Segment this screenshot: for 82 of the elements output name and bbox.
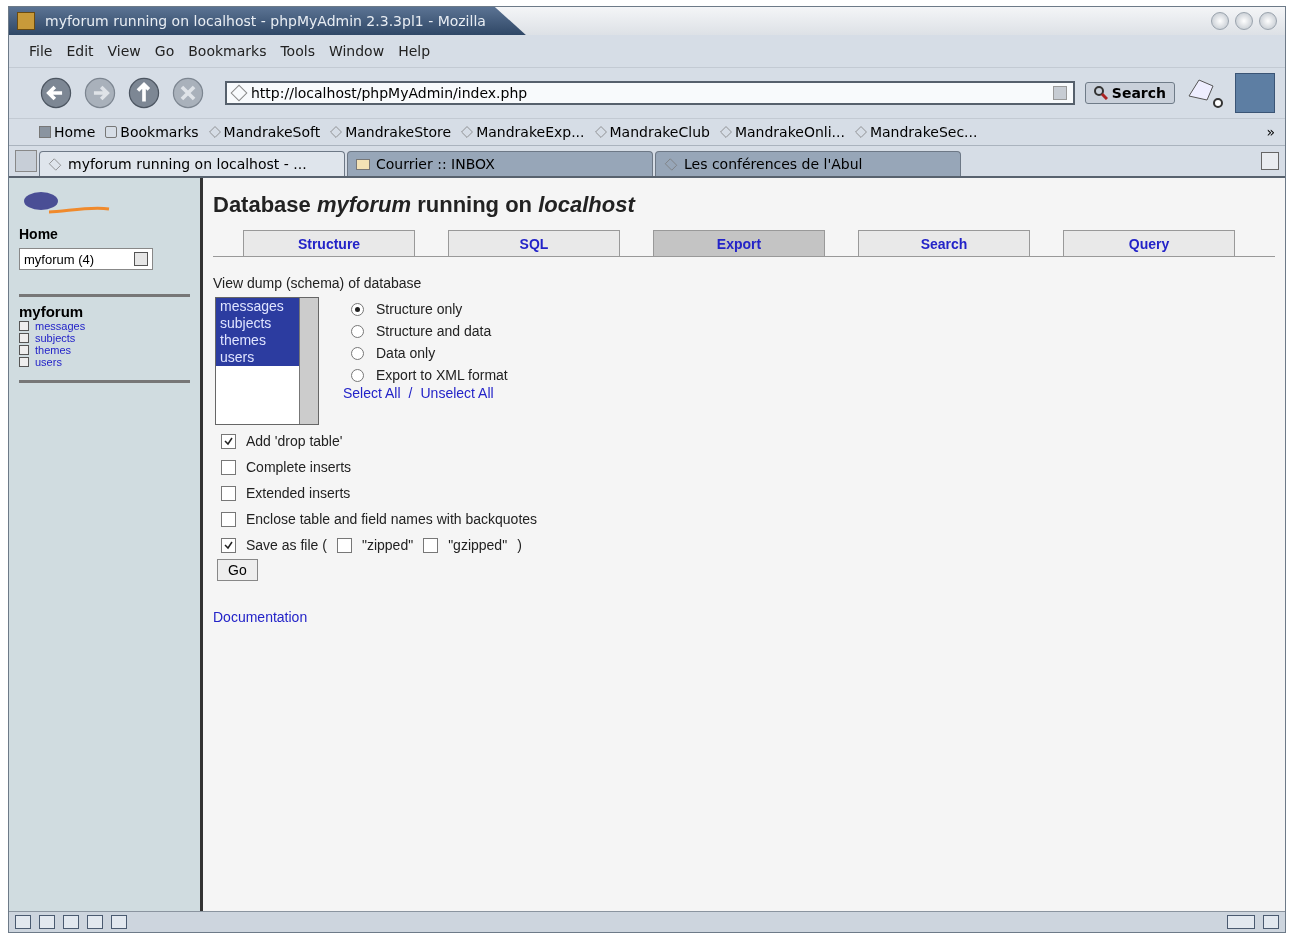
close-tab-icon[interactable] xyxy=(1261,152,1279,170)
radio-label: Structure only xyxy=(376,301,463,317)
database-select[interactable]: myforum (4) xyxy=(19,248,153,270)
bookmark-item[interactable]: MandrakeExp... xyxy=(476,124,585,140)
tab[interactable]: Query xyxy=(1063,230,1235,256)
database-name[interactable]: myforum xyxy=(19,303,190,320)
bookmark-item[interactable]: MandrakeStore xyxy=(345,124,452,140)
radio-button[interactable] xyxy=(351,302,364,316)
list-option[interactable]: users xyxy=(216,349,299,366)
checkbox-label: "zipped" xyxy=(361,537,414,553)
scrollbar[interactable] xyxy=(299,298,318,424)
new-tab-icon[interactable] xyxy=(15,150,37,172)
list-option[interactable]: subjects xyxy=(216,315,299,332)
window-title: myforum running on localhost - phpMyAdmin 2.3.3pl1 - Mozilla xyxy=(45,13,486,29)
search-button[interactable]: Search xyxy=(1084,82,1175,104)
more-bookmarks-button[interactable]: » xyxy=(1266,124,1275,140)
radio-label: Data only xyxy=(376,345,436,361)
section-label: View dump (schema) of database xyxy=(213,275,423,291)
tab[interactable]: SQL xyxy=(448,230,620,256)
menu-item[interactable]: Help xyxy=(398,43,431,59)
radio-button[interactable] xyxy=(351,368,364,382)
checkbox[interactable] xyxy=(221,459,236,475)
checkbox[interactable] xyxy=(221,485,236,501)
search-icon xyxy=(1093,86,1108,100)
menu-item[interactable]: File xyxy=(29,43,53,59)
browser-tab[interactable]: Courrier :: INBOX xyxy=(347,151,653,176)
separator-text: / xyxy=(408,385,413,401)
bookmark-item[interactable]: MandrakeSec... xyxy=(869,124,978,140)
address-field[interactable]: http://localhost/phpMyAdmin/index.php xyxy=(225,81,1075,105)
unselect-all-link[interactable]: Unselect All xyxy=(420,385,494,401)
bookmark-item[interactable]: Bookmarks xyxy=(120,124,199,140)
envelope-icon xyxy=(356,158,370,170)
go-button[interactable]: Go xyxy=(217,559,258,581)
browser-tab[interactable]: Les conférences de l'Abul xyxy=(655,151,961,176)
tab[interactable]: Search xyxy=(858,230,1030,256)
stop-button[interactable] xyxy=(171,76,205,110)
menu-item[interactable]: Tools xyxy=(280,43,315,59)
app-icon xyxy=(17,12,35,30)
radio-label: Export to XML format xyxy=(376,367,508,383)
checkbox-label: Save as file ( xyxy=(246,537,327,553)
bookmark-item[interactable]: MandrakeClub xyxy=(609,124,710,140)
menu-item[interactable]: Window xyxy=(328,43,385,59)
browser-tab[interactable]: myforum running on localhost - ... xyxy=(39,151,345,176)
home-link[interactable]: Home xyxy=(19,226,190,242)
menu-item[interactable]: Edit xyxy=(66,43,94,59)
table-listbox[interactable]: messages subjects themes users xyxy=(215,297,319,425)
reload-button[interactable] xyxy=(127,76,161,110)
table-link[interactable]: subjects xyxy=(35,332,76,344)
bookmark-item[interactable]: MandrakeSoft xyxy=(223,124,321,140)
tab[interactable]: Export xyxy=(653,230,825,256)
checkbox-label: Extended inserts xyxy=(246,485,351,501)
radio-button[interactable] xyxy=(351,346,364,360)
checkbox-label: Complete inserts xyxy=(246,459,352,475)
dropdown-icon xyxy=(134,252,148,266)
checkbox-label: "gzipped" xyxy=(448,537,508,553)
checkbox[interactable] xyxy=(221,433,236,449)
checkbox-label: Enclose table and field names with backquotes xyxy=(246,511,538,527)
page-title: Database myforum running on localhost xyxy=(213,192,637,218)
menu-item[interactable]: Bookmarks xyxy=(188,43,267,59)
paren-text: ) xyxy=(517,537,522,553)
bookmark-item[interactable]: Home xyxy=(54,124,96,140)
checkbox-label: Add 'drop table' xyxy=(246,433,343,449)
list-option[interactable]: messages xyxy=(216,298,299,315)
checkbox[interactable] xyxy=(221,537,236,553)
menu-item[interactable]: View xyxy=(107,43,141,59)
bookmark-item[interactable]: MandrakeOnli... xyxy=(734,124,845,140)
checkbox[interactable] xyxy=(423,537,439,553)
checkbox[interactable] xyxy=(336,537,352,553)
select-all-link[interactable]: Select All xyxy=(343,385,401,401)
dropdown-icon[interactable] xyxy=(1052,86,1067,100)
table-link[interactable]: messages xyxy=(35,320,86,332)
tab[interactable]: Structure xyxy=(243,230,415,256)
checkbox[interactable] xyxy=(221,511,236,527)
documentation-link[interactable]: Documentation xyxy=(213,609,1275,625)
radio-label: Structure and data xyxy=(376,323,492,339)
table-link[interactable]: users xyxy=(35,356,62,368)
table-link[interactable]: themes xyxy=(35,344,72,356)
forward-button[interactable] xyxy=(83,76,117,110)
back-button[interactable] xyxy=(39,76,73,110)
list-option[interactable]: themes xyxy=(216,332,299,349)
radio-button[interactable] xyxy=(351,324,364,338)
menu-item[interactable]: Go xyxy=(154,43,175,59)
